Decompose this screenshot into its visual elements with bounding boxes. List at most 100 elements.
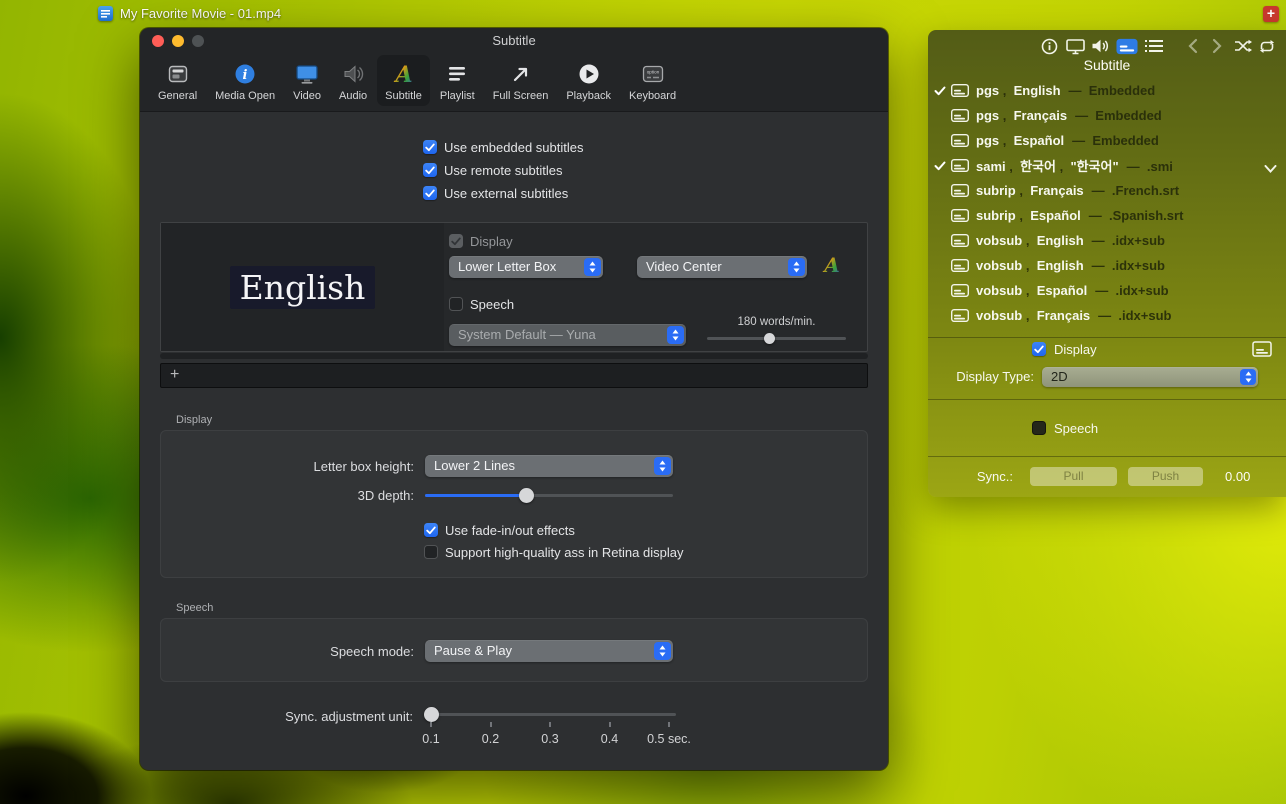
- toolbar-item-playback[interactable]: Playback: [558, 55, 619, 106]
- toolbar-label: Audio: [339, 90, 367, 102]
- track-label: vobsub , English— .idx+sub: [976, 233, 1165, 248]
- fade-effects-checkbox[interactable]: Use fade-in/out effects: [424, 522, 575, 538]
- display-group-title: Display: [176, 414, 212, 426]
- display-type-select[interactable]: 2D: [1042, 367, 1258, 387]
- display-group-box: Letter box height: Lower 2 Lines 3D dept…: [160, 430, 868, 578]
- slider-thumb[interactable]: [764, 333, 775, 344]
- slider-tick: [430, 722, 432, 727]
- display-icon[interactable]: [1064, 35, 1086, 57]
- subtitle-badge-icon: [951, 234, 969, 247]
- sync-label: Sync.:: [928, 469, 1013, 484]
- subtitle-track-row[interactable]: subrip , Español— .Spanish.srt: [928, 203, 1286, 228]
- subtitle-track-row[interactable]: subrip , Français— .French.srt: [928, 178, 1286, 203]
- subtitle-track-row[interactable]: pgs , Español— Embedded: [928, 128, 1286, 153]
- subtitle-track-row[interactable]: pgs , Français— Embedded: [928, 103, 1286, 128]
- add-style-button[interactable]: +: [170, 366, 179, 384]
- subtitle-track-row[interactable]: vobsub , English— .idx+sub: [928, 228, 1286, 253]
- speech-rate-slider[interactable]: [707, 331, 846, 347]
- subtitle-badge-icon: [951, 209, 969, 222]
- media-open-icon: i: [233, 60, 257, 88]
- check-icon: [934, 86, 951, 96]
- playlist-icon: [445, 60, 469, 88]
- slider-fill: [425, 494, 527, 497]
- toolbar-item-video[interactable]: Video: [285, 55, 329, 106]
- subtitle-position-icon[interactable]: [1252, 341, 1272, 362]
- subtitle-track-row[interactable]: pgs , English— Embedded: [928, 78, 1286, 103]
- toolbar-label: Full Screen: [493, 90, 549, 102]
- toolbar-item-keyboard[interactable]: option Keyboard: [621, 55, 684, 106]
- track-label: pgs , Español— Embedded: [976, 133, 1159, 148]
- slider-tick: [490, 722, 492, 727]
- preview-speech-checkbox[interactable]: Speech: [449, 296, 514, 312]
- speech-group-box: Speech mode: Pause & Play: [160, 618, 868, 682]
- use-remote-subtitles-checkbox[interactable]: Use remote subtitles: [423, 162, 563, 178]
- sync-unit-slider[interactable]: [424, 707, 676, 723]
- use-embedded-subtitles-checkbox[interactable]: Use embedded subtitles: [423, 139, 583, 155]
- chevron-right-icon[interactable]: [1206, 35, 1228, 57]
- subtitle-icon[interactable]: [1116, 35, 1138, 57]
- toolbar-label: General: [158, 90, 197, 102]
- shuffle-icon[interactable]: [1232, 35, 1254, 57]
- video-file-icon: [98, 6, 113, 21]
- speech-voice-select[interactable]: System Default — Yuna: [449, 324, 686, 346]
- toolbar-item-subtitle[interactable]: A Subtitle: [377, 55, 430, 106]
- chevron-down-icon[interactable]: [1264, 161, 1277, 176]
- toolbar-item-audio[interactable]: Audio: [331, 55, 375, 106]
- add-icon[interactable]: +: [1263, 6, 1279, 22]
- subtitle-badge-icon: [951, 259, 969, 272]
- subtitle-track-row[interactable]: vobsub , Français— .idx+sub: [928, 303, 1286, 328]
- preview-display-checkbox[interactable]: Display: [449, 233, 513, 249]
- sync-pull-button[interactable]: Pull: [1030, 467, 1117, 486]
- fullscreen-icon: [509, 60, 533, 88]
- subtitle-track-row[interactable]: sami , 한국어 , "한국어"— .smi: [928, 153, 1286, 178]
- slider-track: [707, 337, 846, 340]
- sync-push-button[interactable]: Push: [1128, 467, 1203, 486]
- playback-icon: [577, 60, 601, 88]
- display-type-label: Display Type:: [928, 369, 1034, 384]
- tick-label: 0.5 sec.: [624, 732, 714, 746]
- hud-speech-checkbox[interactable]: [1032, 421, 1046, 435]
- svg-text:option: option: [646, 70, 659, 75]
- toolbar-item-media-open[interactable]: i Media Open: [207, 55, 283, 106]
- subtitle-badge-icon: [951, 184, 969, 197]
- checkbox-box: [423, 140, 437, 154]
- window-title: Subtitle: [140, 28, 888, 54]
- toolbar-label: Playback: [566, 90, 611, 102]
- minimize-button[interactable]: [172, 35, 184, 47]
- divider: [928, 399, 1286, 400]
- letterbox-height-select[interactable]: Lower 2 Lines: [425, 455, 673, 477]
- subtitle-style-preview: English Display Lower Letter Box Video C…: [160, 222, 868, 352]
- toolbar-item-full-screen[interactable]: Full Screen: [485, 55, 557, 106]
- checkbox-label: Speech: [470, 297, 514, 312]
- hud-display-checkbox[interactable]: [1032, 342, 1046, 356]
- use-external-subtitles-checkbox[interactable]: Use external subtitles: [423, 185, 568, 201]
- titlebar: Subtitle: [140, 28, 888, 54]
- toolbar-item-playlist[interactable]: Playlist: [432, 55, 483, 106]
- zoom-button[interactable]: [192, 35, 204, 47]
- preview-scrollbar[interactable]: [160, 353, 868, 359]
- slider-thumb[interactable]: [424, 707, 439, 722]
- slider-thumb[interactable]: [519, 488, 534, 503]
- info-icon[interactable]: [1038, 35, 1060, 57]
- font-panel-button[interactable]: A: [821, 252, 843, 283]
- close-button[interactable]: [152, 35, 164, 47]
- depth-slider[interactable]: [425, 488, 673, 504]
- track-label: sami , 한국어 , "한국어"— .smi: [976, 156, 1173, 175]
- chevron-left-icon[interactable]: [1182, 35, 1204, 57]
- volume-icon[interactable]: [1090, 35, 1112, 57]
- toolbar-item-general[interactable]: General: [150, 55, 205, 106]
- subtitle-track-row[interactable]: vobsub , Español— .idx+sub: [928, 278, 1286, 303]
- repeat-icon[interactable]: [1256, 35, 1278, 57]
- playlist-icon[interactable]: [1143, 35, 1165, 57]
- video-title-text: My Favorite Movie - 01.mp4: [120, 6, 281, 21]
- checkbox-label: Use remote subtitles: [444, 163, 563, 178]
- prefs-toolbar: General i Media Open Video Audio: [140, 54, 888, 112]
- hud-sync-row: Sync.: Pull Push 0.00: [928, 467, 1286, 487]
- selected-value: Video Center: [646, 259, 722, 274]
- speech-mode-select[interactable]: Pause & Play: [425, 640, 673, 662]
- prefs-content: Use embedded subtitles Use remote subtit…: [140, 112, 888, 770]
- subtitle-track-row[interactable]: vobsub , English— .idx+sub: [928, 253, 1286, 278]
- subtitle-position-select[interactable]: Lower Letter Box: [449, 256, 603, 278]
- subtitle-align-select[interactable]: Video Center: [637, 256, 807, 278]
- retina-quality-checkbox[interactable]: Support high-quality ass in Retina displ…: [424, 544, 683, 560]
